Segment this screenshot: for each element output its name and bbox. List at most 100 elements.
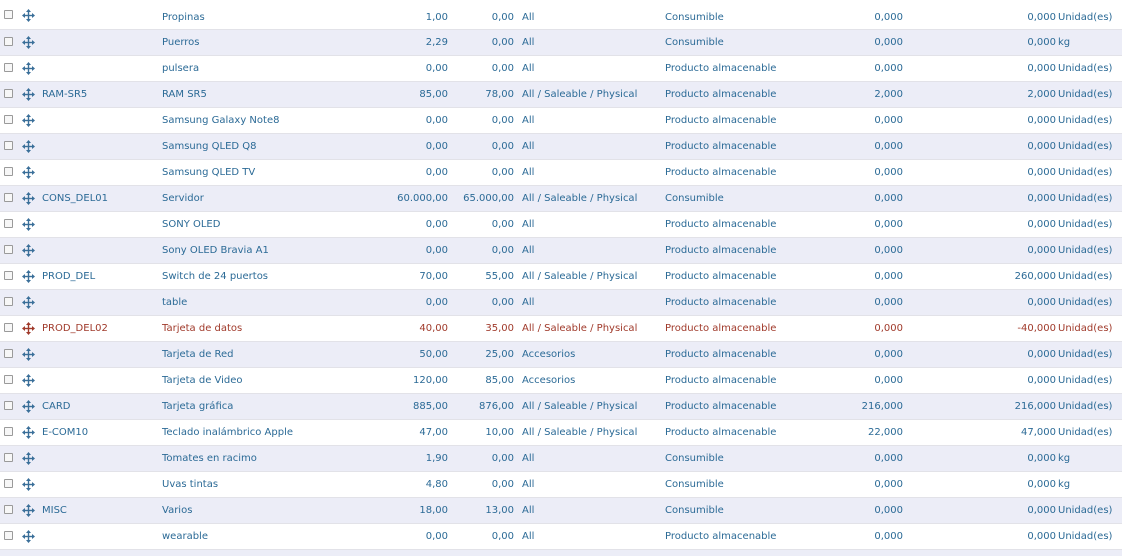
product-list-table: Propinas 1,00 0,00 All Consumible 0,000 0,000 U…	[0, 0, 1122, 550]
move-arrows-icon[interactable]	[22, 374, 35, 387]
move-arrows-icon[interactable]	[22, 530, 35, 543]
move-arrows-icon[interactable]	[22, 166, 35, 179]
table-row[interactable]: CONS_DEL01 Servidor 60.000,00 65.000,00 All …	[0, 186, 1122, 212]
cost-cell: 65.000,00	[463, 193, 514, 204]
move-arrows-icon[interactable]	[22, 348, 35, 361]
move-arrows-icon[interactable]	[22, 296, 35, 309]
table-row[interactable]: PROD_DEL02 Tarjeta de datos 40,00 35,00 All …	[0, 316, 1122, 342]
product-name-cell: wearable	[162, 531, 208, 542]
product-type-cell: Consumible	[665, 37, 724, 48]
qty-on-hand-cell: 0,000	[874, 375, 903, 386]
row-select-checkbox[interactable]	[4, 10, 13, 19]
product-type-cell: Producto almacenable	[665, 115, 777, 126]
product-name-cell: Propinas	[162, 12, 205, 23]
category-cell: All	[522, 297, 535, 308]
table-row[interactable]: PROD_DEL Switch de 24 puertos 70,00 55,00 Al…	[0, 264, 1122, 290]
row-select-checkbox[interactable]	[4, 245, 13, 254]
unit-of-measure-cell: Unidad(es)	[1058, 271, 1113, 282]
table-row[interactable]: Sony OLED Bravia A1 0,00 0,00 All Producto a…	[0, 238, 1122, 264]
qty-on-hand-cell: 0,000	[874, 193, 903, 204]
table-row[interactable]: Samsung QLED TV 0,00 0,00 All Producto almac…	[0, 160, 1122, 186]
table-row[interactable]: Propinas 1,00 0,00 All Consumible 0,000 0,000 U…	[0, 0, 1122, 30]
forecast-qty-cell: 0,000	[1027, 141, 1056, 152]
row-select-checkbox[interactable]	[4, 531, 13, 540]
table-row[interactable]: Uvas tintas 4,80 0,00 All Consumible 0,000 0,0…	[0, 472, 1122, 498]
table-row[interactable]: E-COM10 Teclado inalámbrico Apple 47,00 10,…	[0, 420, 1122, 446]
category-cell: All	[522, 115, 535, 126]
row-select-checkbox[interactable]	[4, 375, 13, 384]
sale-price-cell: 50,00	[419, 349, 448, 360]
forecast-qty-cell: 0,000	[1027, 531, 1056, 542]
row-select-checkbox[interactable]	[4, 271, 13, 280]
move-arrows-icon[interactable]	[22, 62, 35, 75]
cost-cell: 0,00	[491, 479, 514, 490]
table-row[interactable]: table 0,00 0,00 All Producto almacenable 0,00…	[0, 290, 1122, 316]
row-select-checkbox[interactable]	[4, 115, 13, 124]
row-select-checkbox[interactable]	[4, 505, 13, 514]
row-select-checkbox[interactable]	[4, 141, 13, 150]
table-row[interactable]: Samsung Galaxy Note8 0,00 0,00 All Producto …	[0, 108, 1122, 134]
move-arrows-icon[interactable]	[22, 270, 35, 283]
product-name-cell: Tarjeta de Red	[162, 349, 234, 360]
cost-cell: 0,00	[491, 12, 514, 23]
row-select-checkbox[interactable]	[4, 479, 13, 488]
table-row[interactable]: CARD Tarjeta gráfica 885,00 876,00 All / Sal…	[0, 394, 1122, 420]
category-cell: All / Saleable / Physical	[522, 427, 638, 438]
product-type-cell: Producto almacenable	[665, 219, 777, 230]
move-arrows-icon[interactable]	[22, 400, 35, 413]
move-arrows-icon[interactable]	[22, 478, 35, 491]
table-row[interactable]: RAM-SR5 RAM SR5 85,00 78,00 All / Saleable /…	[0, 82, 1122, 108]
move-arrows-icon[interactable]	[22, 9, 35, 22]
row-select-checkbox[interactable]	[4, 349, 13, 358]
table-row[interactable]: MISC Varios 18,00 13,00 All Consumible 0,000 0,…	[0, 498, 1122, 524]
row-select-checkbox[interactable]	[4, 63, 13, 72]
move-arrows-icon[interactable]	[22, 192, 35, 205]
row-select-checkbox[interactable]	[4, 297, 13, 306]
cost-cell: 0,00	[491, 63, 514, 74]
move-arrows-icon[interactable]	[22, 504, 35, 517]
unit-of-measure-cell: Unidad(es)	[1058, 89, 1113, 100]
qty-on-hand-cell: 0,000	[874, 323, 903, 334]
row-select-checkbox[interactable]	[4, 427, 13, 436]
table-row[interactable]: Samsung QLED Q8 0,00 0,00 All Producto almac…	[0, 134, 1122, 160]
move-arrows-icon[interactable]	[22, 426, 35, 439]
row-select-checkbox[interactable]	[4, 193, 13, 202]
table-row[interactable]: pulsera 0,00 0,00 All Producto almacenable 0,…	[0, 56, 1122, 82]
table-row[interactable]: Tarjeta de Red 50,00 25,00 Accesorios Produc…	[0, 342, 1122, 368]
table-row[interactable]: wearable 0,00 0,00 All Producto almacenable 0…	[0, 524, 1122, 550]
sale-price-cell: 885,00	[413, 401, 448, 412]
product-type-cell: Producto almacenable	[665, 141, 777, 152]
move-arrows-icon[interactable]	[22, 322, 35, 335]
row-select-checkbox[interactable]	[4, 89, 13, 98]
row-select-checkbox[interactable]	[4, 37, 13, 46]
sale-price-cell: 0,00	[425, 531, 448, 542]
cost-cell: 35,00	[485, 323, 514, 334]
sale-price-cell: 2,29	[425, 37, 448, 48]
move-arrows-icon[interactable]	[22, 244, 35, 257]
unit-of-measure-cell: Unidad(es)	[1058, 323, 1113, 334]
move-arrows-icon[interactable]	[22, 452, 35, 465]
row-select-checkbox[interactable]	[4, 453, 13, 462]
table-row[interactable]: SONY OLED 0,00 0,00 All Producto almacenable…	[0, 212, 1122, 238]
row-select-checkbox[interactable]	[4, 167, 13, 176]
sale-price-cell: 18,00	[419, 505, 448, 516]
forecast-qty-cell: 0,000	[1027, 375, 1056, 386]
table-row[interactable]: Puerros 2,29 0,00 All Consumible 0,000 0,000 kg	[0, 30, 1122, 56]
category-cell: All	[522, 37, 535, 48]
move-arrows-icon[interactable]	[22, 218, 35, 231]
row-select-checkbox[interactable]	[4, 323, 13, 332]
product-type-cell: Producto almacenable	[665, 63, 777, 74]
unit-of-measure-cell: Unidad(es)	[1058, 167, 1113, 178]
table-row[interactable]: Tarjeta de Video 120,00 85,00 Accesorios Pro…	[0, 368, 1122, 394]
forecast-qty-cell: 0,000	[1027, 245, 1056, 256]
move-arrows-icon[interactable]	[22, 114, 35, 127]
qty-on-hand-cell: 0,000	[874, 479, 903, 490]
move-arrows-icon[interactable]	[22, 88, 35, 101]
category-cell: All	[522, 12, 535, 23]
table-row[interactable]: Tomates en racimo 1,90 0,00 All Consumible 0,…	[0, 446, 1122, 472]
row-select-checkbox[interactable]	[4, 401, 13, 410]
row-select-checkbox[interactable]	[4, 219, 13, 228]
cost-cell: 876,00	[479, 401, 514, 412]
move-arrows-icon[interactable]	[22, 36, 35, 49]
move-arrows-icon[interactable]	[22, 140, 35, 153]
